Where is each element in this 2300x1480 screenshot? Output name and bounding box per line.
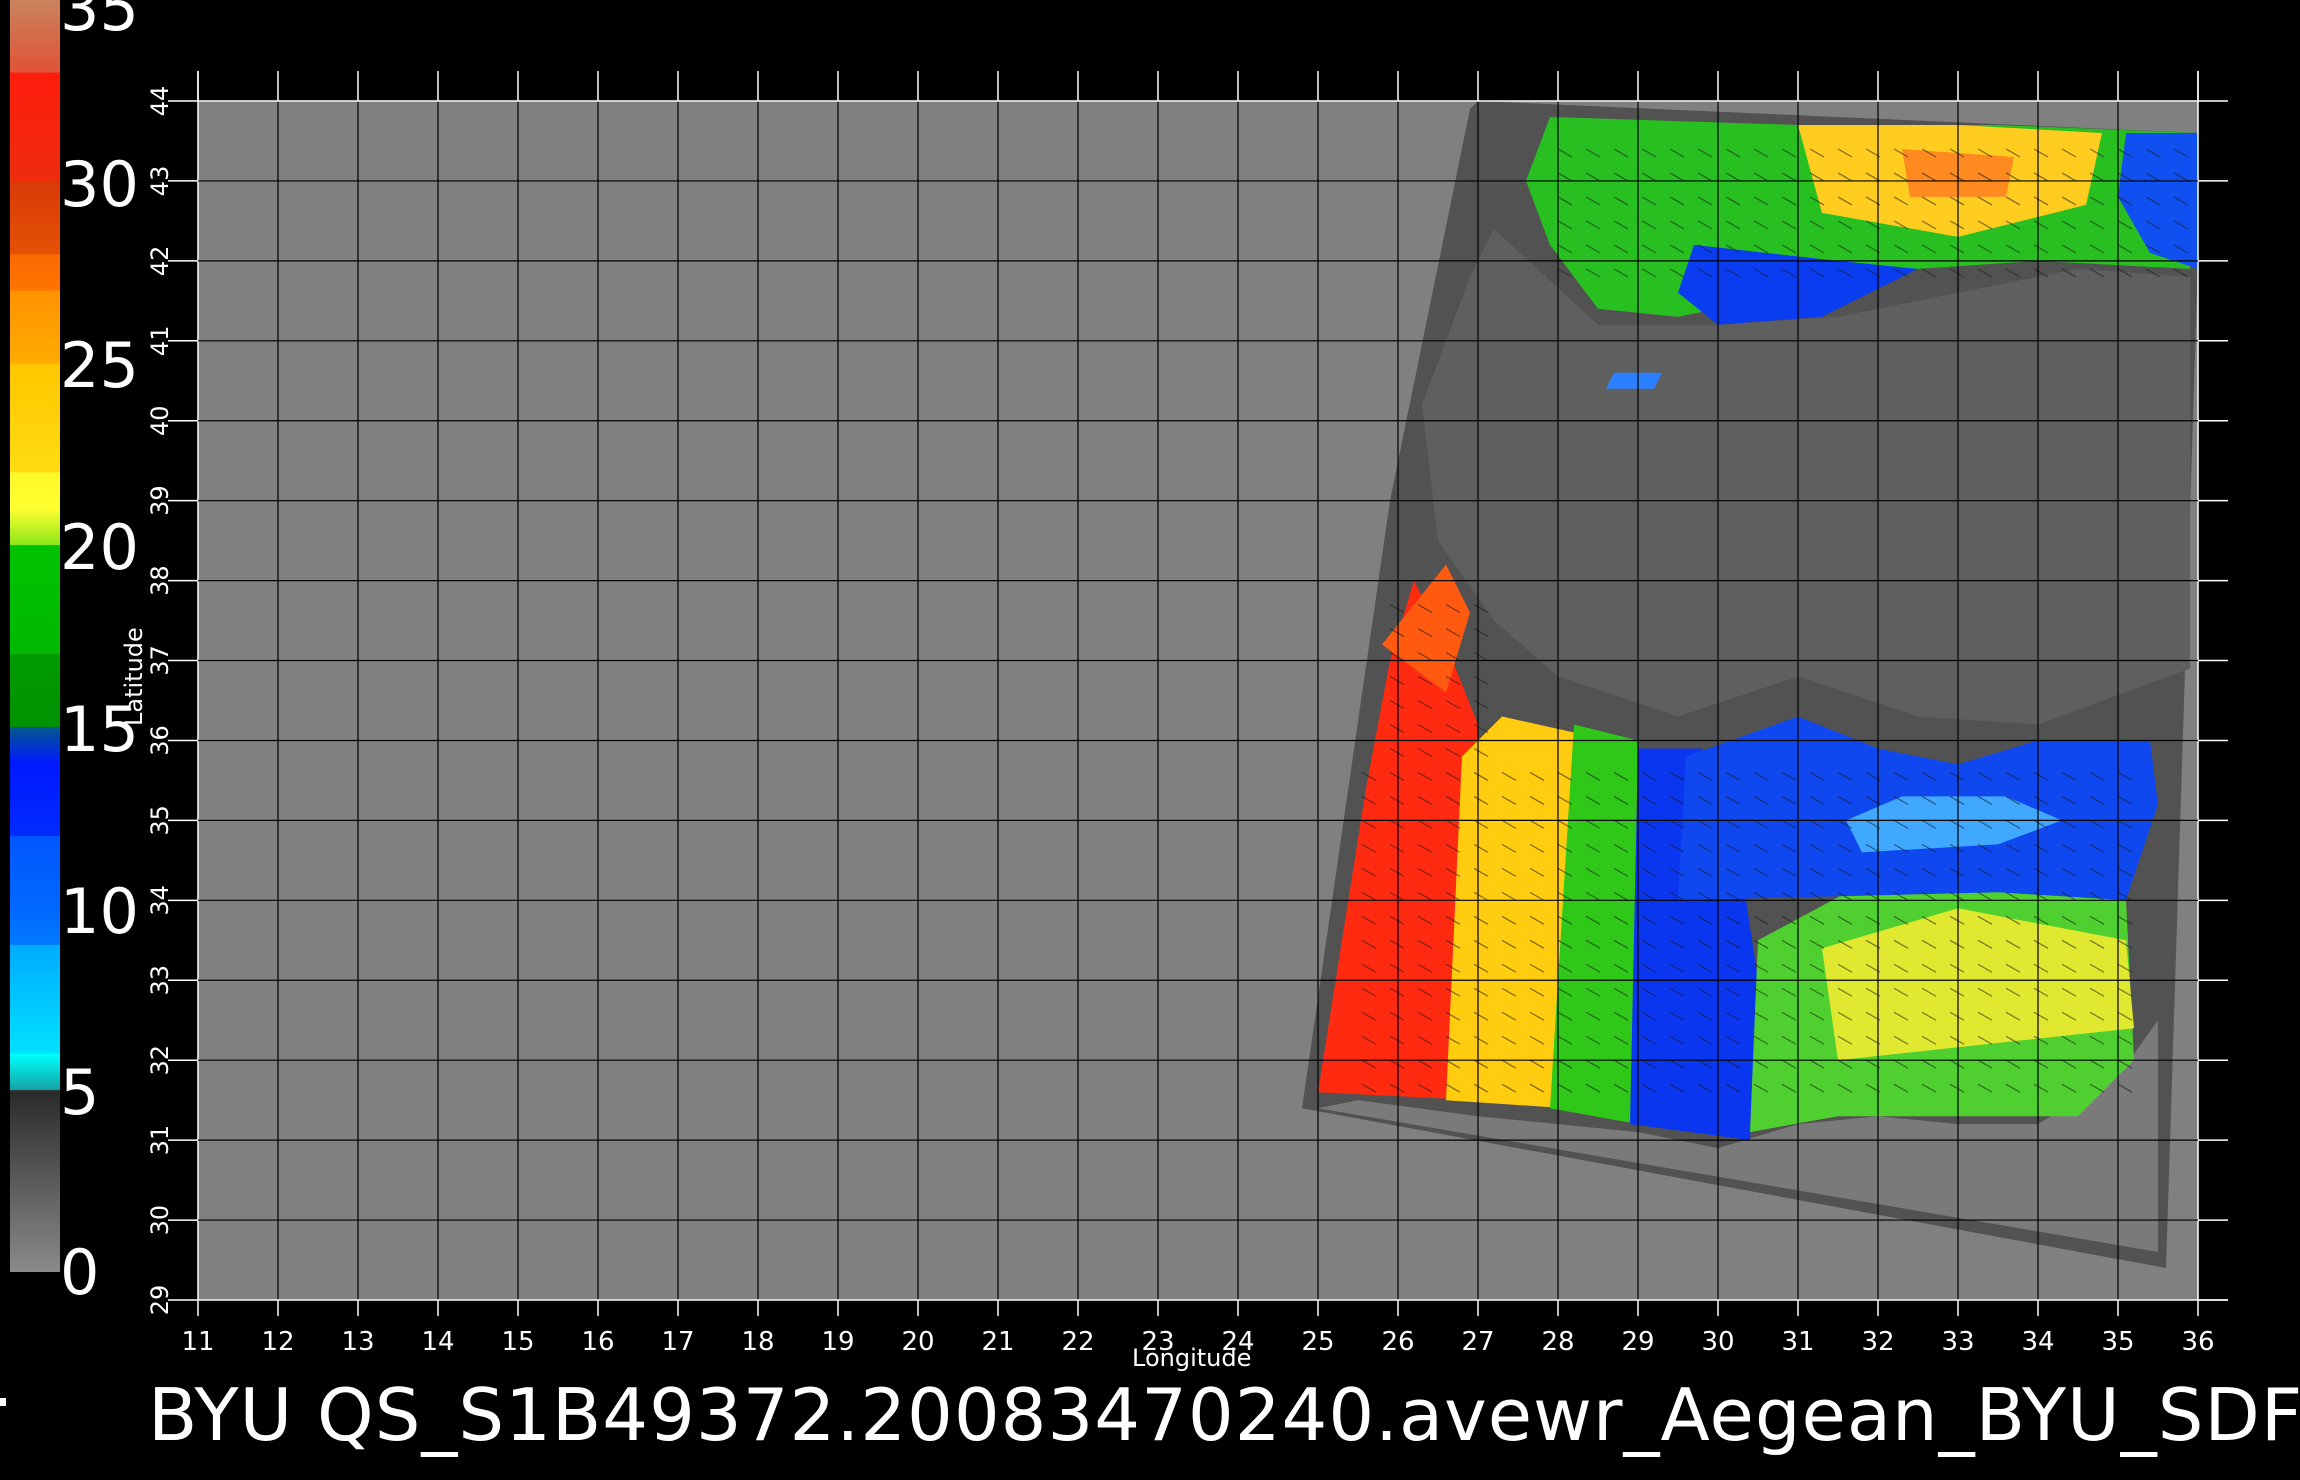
lon-tick-label: 32	[1861, 1327, 1894, 1357]
lon-tick-label: 26	[1381, 1327, 1414, 1357]
y-axis-title: Latitude	[120, 627, 148, 726]
lon-tick-label: 34	[2021, 1327, 2054, 1357]
lat-tick-label: 43	[146, 166, 174, 197]
lon-tick-label: 15	[501, 1327, 534, 1357]
lon-tick-label: 25	[1301, 1327, 1334, 1357]
lat-tick-label: 36	[146, 725, 174, 756]
lat-tick-label: 42	[146, 246, 174, 277]
lon-tick-label: 33	[1941, 1327, 1974, 1357]
lon-tick-label: 16	[581, 1327, 614, 1357]
lon-tick-label: 28	[1541, 1327, 1574, 1357]
lon-tick-label: 29	[1621, 1327, 1654, 1357]
lon-tick-label: 17	[661, 1327, 694, 1357]
lon-tick-label: 36	[2181, 1327, 2214, 1357]
lat-tick-label: 37	[146, 645, 174, 676]
lon-tick-label: 13	[341, 1327, 374, 1357]
lon-tick-label: 31	[1781, 1327, 1814, 1357]
lon-tick-label: 27	[1461, 1327, 1494, 1357]
lon-tick-label: 21	[981, 1327, 1014, 1357]
edge-mark	[0, 1398, 6, 1406]
lat-tick-label: 41	[146, 326, 174, 357]
lat-tick-label: 40	[146, 405, 174, 436]
lat-tick-label: 39	[146, 485, 174, 516]
lat-tick-label: 35	[146, 805, 174, 836]
lon-tick-label: 18	[741, 1327, 774, 1357]
lat-tick-label: 44	[146, 86, 174, 117]
lat-tick-label: 32	[146, 1045, 174, 1076]
lon-tick-label: 14	[421, 1327, 454, 1357]
lat-tick-label: 38	[146, 565, 174, 596]
lat-tick-label: 31	[146, 1125, 174, 1156]
x-axis-title: Longitude	[1132, 1344, 1252, 1372]
lat-tick-label: 30	[146, 1205, 174, 1236]
lat-tick-label: 34	[146, 885, 174, 916]
lon-tick-label: 30	[1701, 1327, 1734, 1357]
wind-region-marmara	[1606, 372, 1662, 389]
lon-tick-label: 19	[821, 1327, 854, 1357]
lon-tick-label: 22	[1061, 1327, 1094, 1357]
lat-tick-label: 33	[146, 965, 174, 996]
wind-speed-map: 11 12 13 14 15 16 17 18 19 20 21 22 23 24 25 26 27 28 29 30…	[146, 71, 2228, 1357]
lon-tick-label: 35	[2101, 1327, 2134, 1357]
caption: BYU QS_S1B49372.20083470240.avewr_Aegean…	[148, 1373, 2300, 1457]
lon-tick-label: 12	[261, 1327, 294, 1357]
lat-tick-label: 29	[146, 1285, 174, 1316]
lon-tick-label: 20	[901, 1327, 934, 1357]
lon-tick-label: 11	[181, 1327, 214, 1357]
